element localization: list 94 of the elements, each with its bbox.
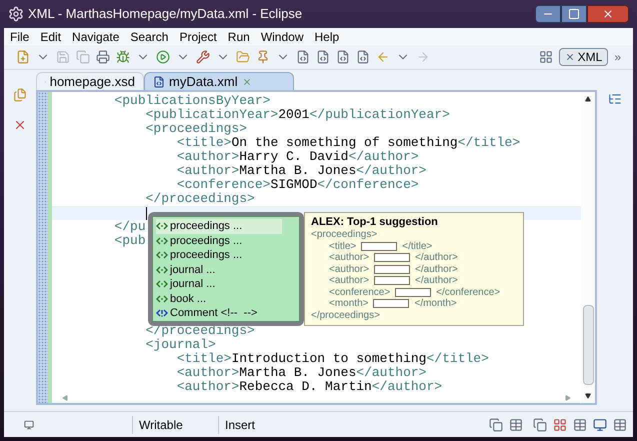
input-field[interactable] xyxy=(395,288,432,297)
code-line: </proceedings> xyxy=(144,192,255,206)
element-icon xyxy=(156,280,168,288)
suggestion-close-tag: </author> xyxy=(415,275,458,286)
suggestion-open-tag: <proceedings> xyxy=(311,229,378,240)
completion-item[interactable]: proceedings ... xyxy=(156,219,282,234)
maximize-button[interactable] xyxy=(561,5,587,23)
tasks-icon[interactable] xyxy=(13,118,27,132)
suggestion-open-tag: <author> xyxy=(329,252,370,264)
menu-item[interactable]: Navigate xyxy=(72,28,120,46)
suggestion-close-tag: </title> xyxy=(402,240,432,252)
element-icon xyxy=(156,222,168,230)
completion-item[interactable]: book ... xyxy=(156,292,296,306)
close-button[interactable] xyxy=(587,5,629,23)
comment-icon xyxy=(156,309,168,318)
editor-tab[interactable]: homepage.xsd xyxy=(36,72,144,90)
console-icon[interactable] xyxy=(593,418,607,432)
menu-item[interactable]: Run xyxy=(228,28,250,46)
input-field[interactable] xyxy=(374,264,410,274)
code-line: <pub xyxy=(113,234,146,248)
code-line: <publicationYear>2001</publicationYear> xyxy=(144,108,450,122)
code-line: </proceedings> xyxy=(144,324,255,338)
code-line: <author>Martha B. Jones</author> xyxy=(176,366,426,380)
completion-item[interactable]: proceedings ... xyxy=(156,234,296,248)
suggestion-title: ALEX: Top-1 suggestion xyxy=(311,215,439,229)
run-icon[interactable] xyxy=(156,50,170,64)
window-title: XML - MarthasHomepage/myData.xml - Eclipse xyxy=(28,5,302,24)
completion-item[interactable]: journal ... xyxy=(156,277,296,292)
view-icon[interactable] xyxy=(509,418,523,432)
print-icon[interactable] xyxy=(96,50,110,64)
code-line: <conference>SIGMOD</conference> xyxy=(176,178,419,192)
view-icon[interactable] xyxy=(553,418,567,432)
perspective-icon[interactable] xyxy=(538,50,553,64)
completion-item[interactable]: Comment <!-- --> xyxy=(156,306,296,320)
input-field[interactable] xyxy=(374,253,410,262)
element-icon xyxy=(156,236,168,245)
completion-item[interactable]: proceedings ... xyxy=(156,248,296,262)
menu-item[interactable]: Project xyxy=(179,28,217,46)
scroll-down-icon[interactable] xyxy=(585,393,591,399)
new-file-icon[interactable] xyxy=(16,50,30,64)
completion-item[interactable]: journal ... xyxy=(156,262,296,277)
suggestion-open-tag: <title> xyxy=(329,240,356,252)
files-icon[interactable] xyxy=(13,88,27,102)
menu-item[interactable]: Window xyxy=(260,28,304,46)
status-mode: Insert xyxy=(218,416,256,434)
code-line: <publicationsByYear> xyxy=(113,94,270,108)
menu-item[interactable]: Help xyxy=(314,28,340,46)
bug-icon[interactable] xyxy=(116,50,130,64)
status-access: Writable xyxy=(132,416,218,434)
code-line: <author>Rebecca D. Martin</author> xyxy=(176,380,442,393)
eclipse-logo-icon xyxy=(8,6,24,22)
input-field[interactable] xyxy=(373,299,410,308)
editor-tab[interactable]: myData.xml xyxy=(144,72,294,90)
suggestion-open-tag: <conference> xyxy=(329,286,390,298)
close-icon xyxy=(602,8,614,20)
maximize-icon xyxy=(568,8,580,20)
suggestion-close-tag: </proceedings> xyxy=(311,310,380,321)
suggestion-close-tag: </author> xyxy=(415,252,458,264)
text-cursor xyxy=(146,206,147,220)
menu-item[interactable]: File xyxy=(10,28,30,46)
code-line: <proceedings> xyxy=(144,122,248,136)
tool-icon[interactable] xyxy=(196,50,210,64)
suggestion-close-tag: </conference> xyxy=(436,286,500,298)
code-line: <title>On the something of something</title> xyxy=(176,136,520,150)
element-icon xyxy=(156,251,168,260)
code-line: </pu xyxy=(113,220,146,234)
outline-icon[interactable] xyxy=(608,92,622,106)
vertical-scrollbar[interactable] xyxy=(581,92,595,403)
restore-icon[interactable] xyxy=(533,418,547,432)
perspective-button[interactable]: XML xyxy=(558,48,608,66)
suggestion-close-tag: </author> xyxy=(415,264,458,275)
code-line: <author>Harry C. David</author> xyxy=(176,150,419,164)
more-button[interactable]: » xyxy=(614,48,621,66)
suggestion-open-tag: <month> xyxy=(329,298,368,310)
scroll-up-icon[interactable] xyxy=(585,96,591,102)
code-line: <author>Martha B. Jones</author> xyxy=(176,164,426,178)
pin-icon[interactable] xyxy=(256,50,270,64)
code-line: <title>Introduction to something</title> xyxy=(176,352,489,366)
suggestion-close-tag: </month> xyxy=(414,298,457,310)
suggestion-open-tag: <author> xyxy=(329,264,370,275)
status-icon xyxy=(24,418,34,430)
scroll-thumb[interactable] xyxy=(582,305,594,385)
view-icon[interactable] xyxy=(573,418,587,432)
element-icon xyxy=(156,266,168,274)
menu-item[interactable]: Edit xyxy=(40,28,62,46)
restore-icon[interactable] xyxy=(489,418,503,432)
input-field[interactable] xyxy=(374,276,410,286)
view-icon[interactable] xyxy=(613,418,627,432)
input-field[interactable] xyxy=(361,242,398,251)
menu-item[interactable]: Search xyxy=(130,28,168,46)
element-icon xyxy=(156,294,168,303)
code-line: <journal> xyxy=(144,338,216,352)
suggestion-open-tag: <author> xyxy=(329,275,370,286)
xml-icon xyxy=(564,52,575,62)
